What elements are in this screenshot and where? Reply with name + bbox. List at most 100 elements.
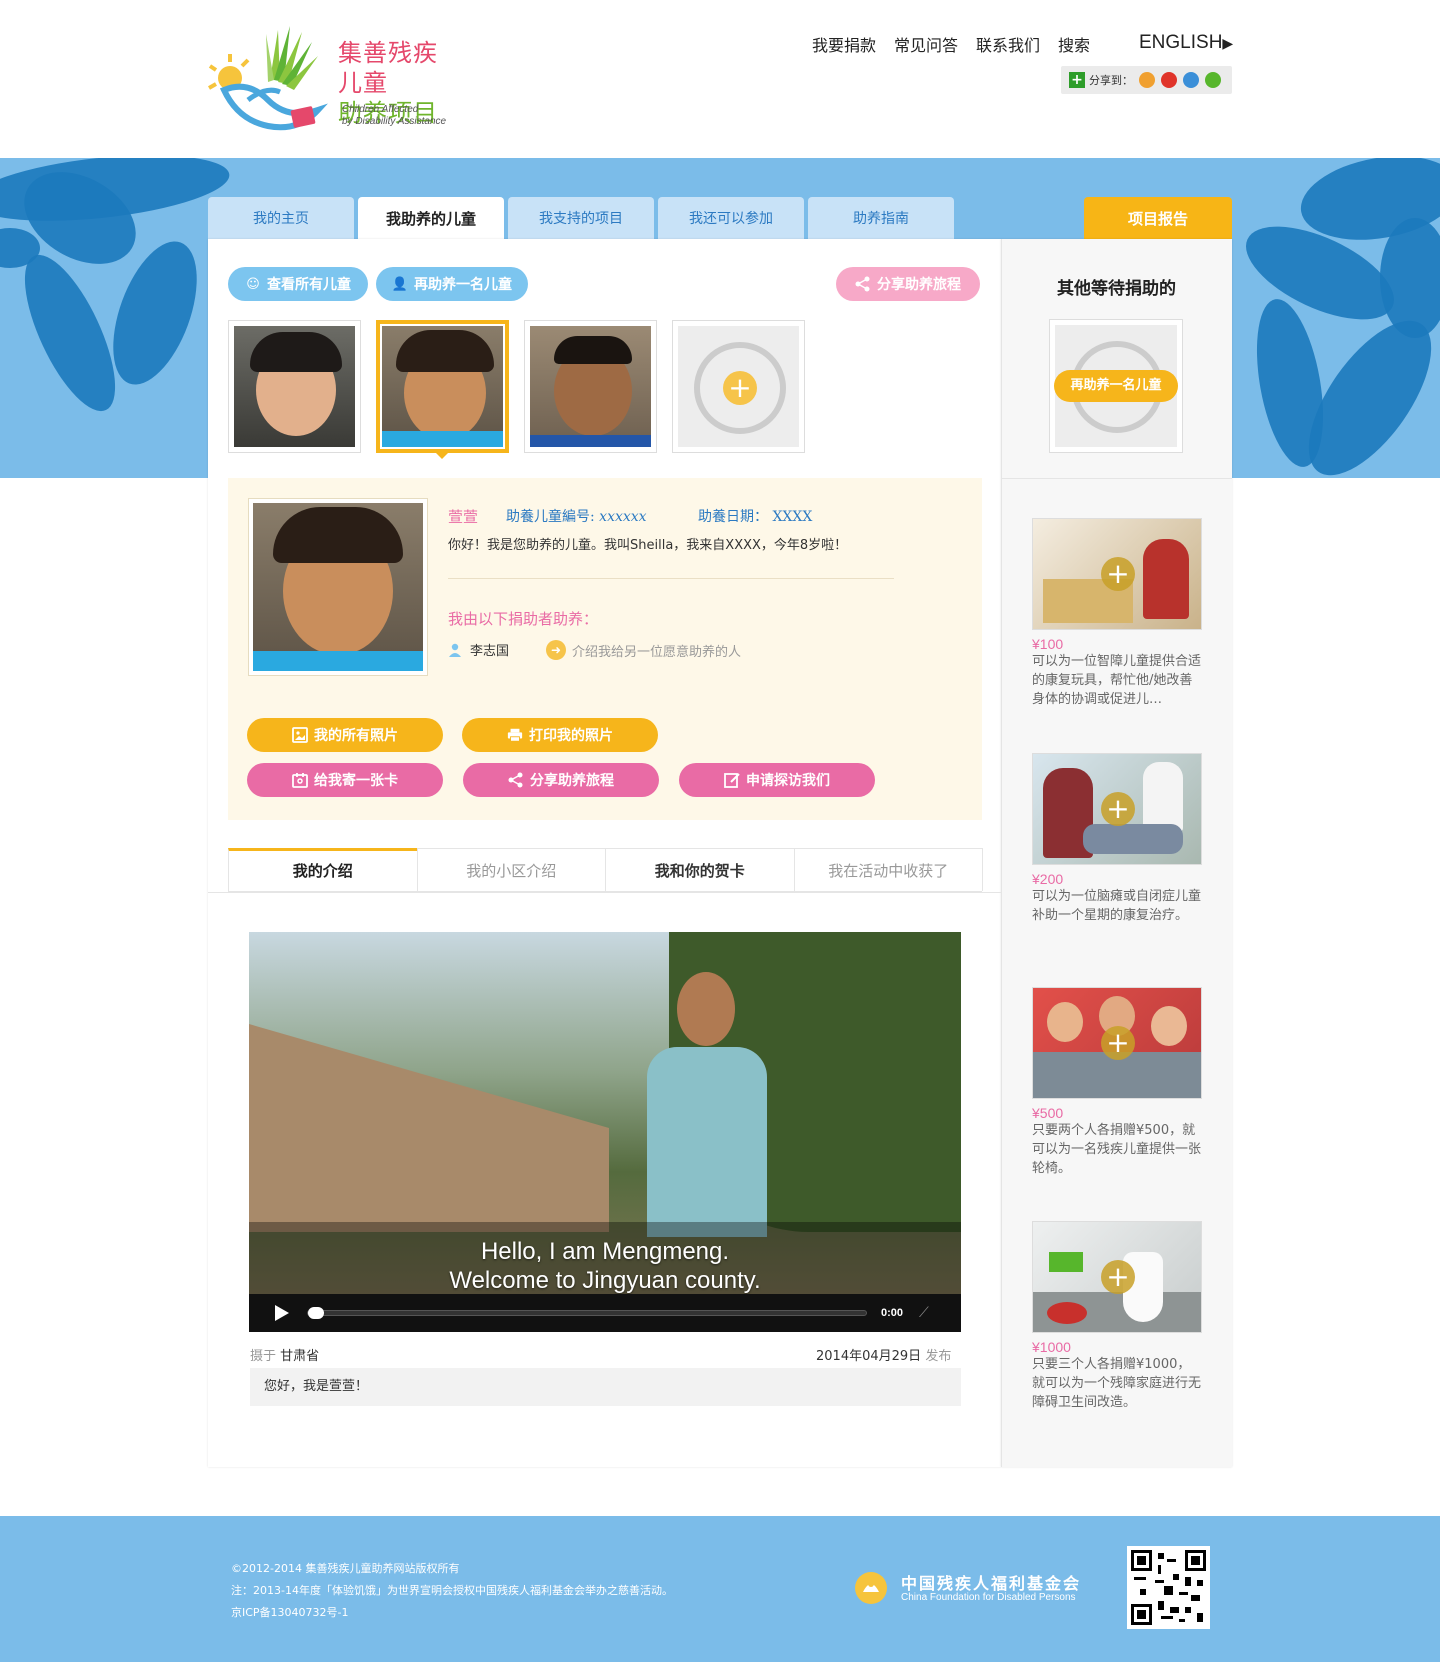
child-thumb-2[interactable] (376, 320, 509, 453)
nav-faq[interactable]: 常见问答 (894, 32, 958, 56)
face-shape (1151, 1006, 1187, 1046)
tab-my-children[interactable]: 我助养的儿童 (358, 197, 504, 239)
share-icon (855, 276, 871, 292)
site-footer: ©2012-2014 集善残疾儿童助养网站版权所有 注：2013-14年度「体验… (0, 1516, 1440, 1662)
tab-supported-projects[interactable]: 我支持的项目 (508, 197, 654, 239)
copyright-text: ©2012-2014 集善残疾儿童助养网站版权所有 (231, 1562, 460, 1575)
sponsor-another-button[interactable]: 👤 再助养一名儿童 (376, 267, 528, 301)
donation-amount: ¥100 (1032, 636, 1064, 652)
girl-shirt-shape (647, 1047, 767, 1237)
site-header: 集善残疾儿童 助养项目 Children Affected by Disabil… (0, 0, 1440, 158)
request-visit-label: 申请探访我们 (746, 773, 830, 789)
sponsor-name-label: 李志国 (470, 644, 510, 659)
date-value: 2014年04月29日 (816, 1349, 922, 1364)
send-card-label: 给我寄一张卡 (314, 773, 398, 789)
sink-shape (1049, 1252, 1083, 1272)
print-photos-button[interactable]: 打印我的照片 (462, 718, 658, 752)
child-thumb-1[interactable] (228, 320, 361, 453)
cfdp-emblem-icon (855, 1572, 887, 1604)
all-photos-button[interactable]: 我的所有照片 (247, 718, 443, 752)
language-switch[interactable]: ENGLISH▶ (1139, 32, 1233, 54)
subtab-activities[interactable]: 我在活动中收获了 (793, 848, 983, 891)
dove-logo-icon (208, 26, 328, 131)
nav-donate[interactable]: 我要捐款 (812, 32, 876, 56)
plus-icon: + (1101, 1260, 1135, 1294)
child-intro-text: 你好！我是您助养的儿童。我叫Sheilla，我来自XXXX，今年8岁啦！ (448, 538, 848, 553)
add-child-thumb[interactable]: + (672, 320, 805, 453)
send-card-button[interactable]: 给我寄一张卡 (247, 763, 443, 797)
share-plus-icon[interactable]: + (1069, 72, 1085, 88)
video-subtitle: Hello, I am Mengmeng. Welcome to Jingyua… (249, 1237, 961, 1295)
video-date: 2014年04月29日 发布 (816, 1345, 951, 1364)
brush-splat (1380, 218, 1440, 338)
tab-join-more[interactable]: 我还可以参加 (658, 197, 804, 239)
sidebar-sponsor-button[interactable]: 再助养一名儿童 (1054, 370, 1178, 402)
video-time: 0:00 (881, 1307, 904, 1319)
plus-icon: + (1101, 792, 1135, 826)
location-value: 甘肃省 (280, 1349, 320, 1364)
donation-amount: ¥200 (1032, 871, 1064, 887)
introduce-link[interactable]: ➜ 介绍我给另一位愿意助养的人 (546, 640, 741, 660)
arrow-right-icon: ➜ (546, 640, 566, 660)
nav-contact[interactable]: 联系我们 (976, 32, 1040, 56)
cfdp-logo[interactable]: 中国残疾人福利基金会 China Foundation for Disabled… (853, 1570, 1093, 1606)
tab-guide[interactable]: 助养指南 (808, 197, 954, 239)
progress-knob[interactable] (308, 1307, 324, 1319)
request-visit-button[interactable]: 申请探访我们 (679, 763, 875, 797)
weibo-icon[interactable] (1161, 72, 1177, 88)
date-suffix: 发布 (925, 1349, 952, 1364)
donation-desc: 可以为一位智障儿童提供合适的康复玩具，帮忙他/她改善身体的协调或促进儿… (1032, 654, 1202, 707)
donation-desc: 只要三个人各捐赠¥1000，就可以为一个残障家庭进行无障碍卫生间改造。 (1032, 1357, 1202, 1410)
footer-note: 注：2013-14年度「体验饥饿」为世界宣明会授权中国残疾人福利基金会举办之慈善… (231, 1584, 673, 1597)
person-icon (448, 643, 462, 657)
sub-tabs: 我的介绍 我的小区介绍 我和你的贺卡 我在活动中收获了 (228, 848, 983, 892)
subtab-my-intro[interactable]: 我的介绍 (228, 848, 418, 891)
placeholder-photo: + (678, 326, 799, 447)
tencent-weibo-icon[interactable] (1183, 72, 1199, 88)
sponsor-name[interactable]: 李志国 (448, 640, 509, 659)
child-thumb-3[interactable] (524, 320, 657, 453)
wechat-icon[interactable] (1205, 72, 1221, 88)
donation-item-1[interactable]: + ¥100 可以为一位智障儿童提供合适的康复玩具，帮忙他/她改善身体的协调或促… (1032, 518, 1202, 709)
subtab-community-intro[interactable]: 我的小区介绍 (416, 848, 606, 891)
share-journey-label: 分享助养旅程 (530, 773, 614, 789)
plus-icon: + (1101, 557, 1135, 591)
add-user-icon: 👤 (391, 276, 409, 292)
donation-item-4[interactable]: + ¥1000 只要三个人各捐赠¥1000，就可以为一个残障家庭进行无障碍卫生间… (1032, 1221, 1202, 1412)
subtab-greeting-cards[interactable]: 我和你的贺卡 (605, 848, 795, 891)
print-photos-label: 打印我的照片 (529, 728, 613, 744)
tab-home[interactable]: 我的主页 (208, 197, 354, 239)
share-journey-button[interactable]: 分享助养旅程 (463, 763, 659, 797)
logo-title-line1: 集善残疾儿童 (338, 39, 438, 97)
sponsor-another-label: 再助养一名儿童 (414, 277, 512, 293)
video-controls: 0:00 ⟋ (249, 1294, 961, 1332)
donation-item-2[interactable]: + ¥200 可以为一位脑瘫或自闭症儿童补助一个星期的康复治疗。 (1032, 753, 1202, 925)
child-photo (530, 326, 651, 447)
sponsor-title: 我由以下捐助者助养： (448, 610, 599, 628)
sponsor-date: 助養日期： XXXX (698, 506, 812, 526)
progress-track[interactable] (307, 1307, 867, 1319)
video-location: 摄于 甘肃省 (250, 1345, 319, 1364)
donation-item-3[interactable]: + ¥500 只要两个人各捐赠¥500，就可以为一名残疾儿童提供一张轮椅。 (1032, 987, 1202, 1178)
volume-muted-icon[interactable]: ⟋ (919, 1305, 929, 1321)
hair-shape (554, 336, 632, 364)
selected-caret-icon (435, 452, 449, 459)
hair-shape (396, 330, 494, 372)
video-player[interactable]: Hello, I am Mengmeng. Welcome to Jingyua… (249, 932, 961, 1332)
nav-search[interactable]: 搜索 (1058, 32, 1090, 56)
child-photo (253, 503, 423, 671)
location-label: 摄于 (250, 1349, 277, 1364)
play-icon[interactable] (275, 1305, 289, 1321)
shirt-shape (382, 431, 503, 447)
view-all-children-label: 查看所有儿童 (267, 277, 351, 293)
qzone-icon[interactable] (1139, 72, 1155, 88)
tab-project-report[interactable]: 项目报告 (1084, 197, 1232, 239)
share-journey-top-label: 分享助养旅程 (877, 277, 961, 293)
smile-icon: ☺ (246, 276, 260, 292)
icp-text[interactable]: 京ICP备13040732号-1 (231, 1602, 673, 1624)
view-all-children-button[interactable]: ☺ 查看所有儿童 (228, 267, 368, 301)
footer-text: ©2012-2014 集善残疾儿童助养网站版权所有 注：2013-14年度「体验… (231, 1558, 673, 1624)
site-logo[interactable]: 集善残疾儿童 助养项目 Children Affected by Disabil… (208, 20, 458, 136)
share-journey-top-button[interactable]: 分享助养旅程 (836, 267, 980, 301)
language-label: ENGLISH (1139, 32, 1223, 53)
